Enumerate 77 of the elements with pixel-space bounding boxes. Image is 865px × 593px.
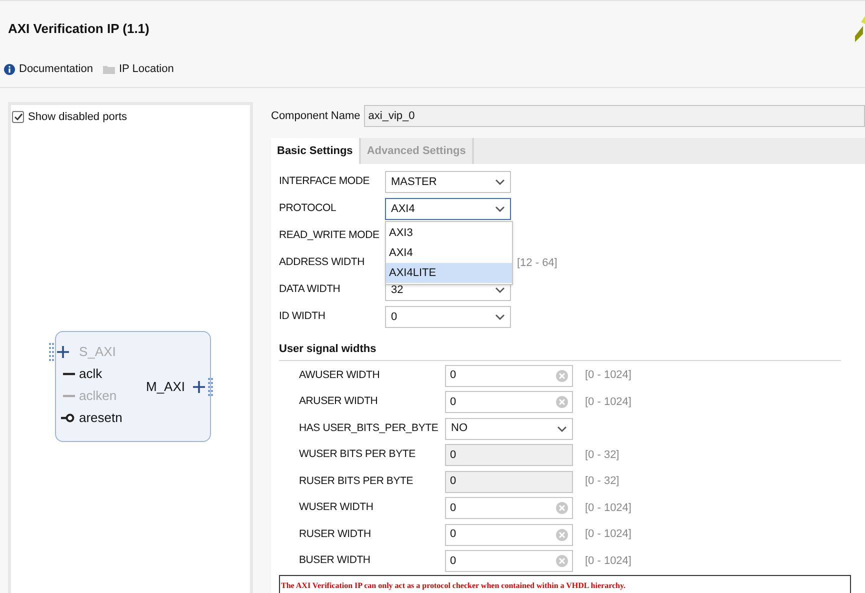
input-field[interactable]: 0 [445, 497, 573, 519]
window-title: AXI Verification IP (1.1) [8, 20, 150, 38]
checkbox-label: Show disabled ports [28, 110, 128, 125]
field-label: HAS USER_BITS_PER_BYTE [299, 420, 440, 436]
chevron-down-icon [495, 314, 505, 320]
input-value: 0 [450, 554, 456, 569]
field-label: READ_WRITE MODE [279, 228, 380, 244]
input-value: 0 [450, 500, 456, 516]
clear-icon[interactable] [556, 396, 568, 408]
field-label: DATA WIDTH [279, 282, 342, 298]
field-label: WUSER WIDTH [299, 500, 374, 516]
range-hint: [0 - 1024] [585, 554, 632, 569]
chevron-down-icon [557, 426, 567, 432]
dropdown-value: 0 [391, 310, 398, 325]
tab[interactable]: Basic Settings [271, 138, 361, 164]
port-line-icon [63, 394, 75, 398]
port-label: aclk [79, 364, 102, 383]
range-hint: [0 - 1024] [585, 500, 632, 516]
section-title: User signal widths [279, 341, 841, 360]
field-label: INTERFACE MODE [279, 174, 371, 190]
info-icon [4, 64, 15, 75]
field-label: ARUSER WIDTH [299, 394, 379, 410]
dropdown[interactable]: AXI4 [385, 198, 511, 220]
chevron-down-icon [495, 287, 505, 293]
logo-icon [855, 16, 865, 42]
chevron-down-icon [495, 206, 505, 212]
range-hint: [0 - 1024] [585, 394, 632, 410]
field-label: WUSER BITS PER BYTE [299, 447, 416, 462]
clear-icon[interactable] [556, 555, 568, 567]
field-label: PROTOCOL [279, 201, 338, 216]
warning-text: The AXI Verification IP can only act as a protocol checker when contained within a VHDL hierarchy. [281, 581, 626, 590]
chevron-down-icon [495, 179, 505, 185]
documentation-link[interactable]: Documentation [4, 61, 93, 78]
range-hint: [0 - 32] [585, 474, 620, 490]
dropdown[interactable]: 0 [385, 306, 511, 328]
dropdown-option[interactable]: AXI4 [386, 243, 512, 263]
field-label: RUSER BITS PER BYTE [299, 474, 414, 489]
input-field[interactable]: 0 [445, 364, 573, 386]
field-label: BUSER WIDTH [299, 553, 372, 568]
input-value: 0 [450, 474, 456, 490]
checkbox[interactable] [12, 111, 24, 124]
input-value: 0 [450, 527, 456, 542]
input-field[interactable]: 0 [445, 391, 573, 413]
folder-icon [103, 65, 115, 74]
input-value: 0 [450, 368, 456, 384]
dropdown-value: 32 [391, 282, 404, 298]
field-label: ADDRESS WIDTH [279, 255, 366, 270]
range-hint: [0 - 1024] [585, 368, 632, 384]
dropdown-value: AXI4 [391, 202, 415, 217]
inverted-port-icon [61, 412, 75, 422]
port-label: M_AXI [146, 378, 186, 396]
clear-icon[interactable] [556, 502, 568, 514]
dropdown-option[interactable]: AXI4LITE [386, 263, 512, 283]
field-label: AWUSER WIDTH [299, 368, 381, 383]
dropdown-value: NO [451, 421, 468, 436]
port-label: aresetn [79, 408, 122, 427]
range-hint: [0 - 32] [585, 448, 620, 463]
location-link[interactable]: IP Location [103, 61, 174, 78]
input-value: 0 [450, 394, 456, 410]
field-label: RUSER WIDTH [299, 526, 372, 542]
dropdown[interactable]: MASTER [385, 171, 511, 193]
clear-icon[interactable] [556, 528, 568, 540]
range-hint: [12 - 64] [517, 256, 558, 271]
input-field[interactable]: 0 [445, 550, 573, 572]
component-name-field[interactable]: axi_vip_0 [364, 105, 865, 127]
dropdown[interactable]: NO [445, 418, 573, 440]
field-label: ID WIDTH [279, 309, 326, 324]
port-line-icon [63, 372, 75, 376]
input-value: 0 [450, 448, 456, 463]
dropdown-value: MASTER [391, 174, 437, 190]
port-label: aclken [79, 386, 117, 405]
input-field[interactable]: 0 [445, 524, 573, 546]
port-label: S_AXI [79, 342, 116, 361]
dropdown-option[interactable]: AXI3 [386, 223, 512, 243]
field-label: Component Name [271, 108, 360, 124]
clear-icon[interactable] [556, 370, 568, 382]
range-hint: [0 - 1024] [585, 527, 632, 542]
